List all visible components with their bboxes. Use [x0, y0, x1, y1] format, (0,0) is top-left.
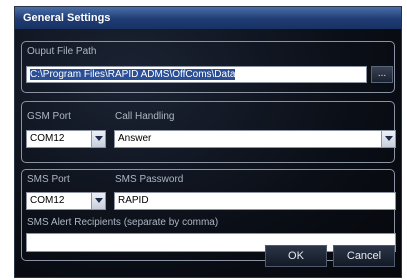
- sms-password-field[interactable]: RAPID: [114, 192, 396, 210]
- call-handling-value: Answer: [118, 133, 152, 144]
- sms-port-label: SMS Port: [27, 174, 70, 185]
- gsm-port-value: COM12: [30, 133, 65, 144]
- dialog-title: General Settings: [15, 7, 401, 29]
- output-path-field[interactable]: C:\Program Files\RAPID ADMS\OffComs\Data: [26, 66, 367, 83]
- output-path-group: Ouput File Path C:\Program Files\RAPID A…: [21, 41, 395, 93]
- sms-port-value: COM12: [30, 195, 65, 206]
- browse-button[interactable]: ...: [371, 66, 393, 83]
- call-handling-label: Call Handling: [115, 111, 175, 122]
- chevron-down-icon[interactable]: [381, 131, 395, 147]
- sms-password-label: SMS Password: [115, 174, 184, 185]
- ok-button[interactable]: OK: [265, 245, 327, 267]
- output-path-label: Ouput File Path: [27, 46, 97, 57]
- sms-recipients-label: SMS Alert Recipients (separate by comma): [27, 217, 219, 228]
- gsm-group: GSM Port Call Handling COM12 Answer: [21, 101, 396, 163]
- dialog-body: Ouput File Path C:\Program Files\RAPID A…: [15, 29, 401, 277]
- sms-port-select[interactable]: COM12: [26, 192, 106, 210]
- chevron-down-icon[interactable]: [91, 193, 105, 209]
- output-path-value: C:\Program Files\RAPID ADMS\OffComs\Data: [30, 69, 236, 80]
- gsm-port-select[interactable]: COM12: [26, 130, 106, 148]
- general-settings-dialog: General Settings Ouput File Path C:\Prog…: [14, 6, 402, 278]
- call-handling-select[interactable]: Answer: [114, 130, 396, 148]
- cancel-button[interactable]: Cancel: [333, 245, 395, 267]
- chevron-down-icon[interactable]: [91, 131, 105, 147]
- gsm-port-label: GSM Port: [27, 111, 71, 122]
